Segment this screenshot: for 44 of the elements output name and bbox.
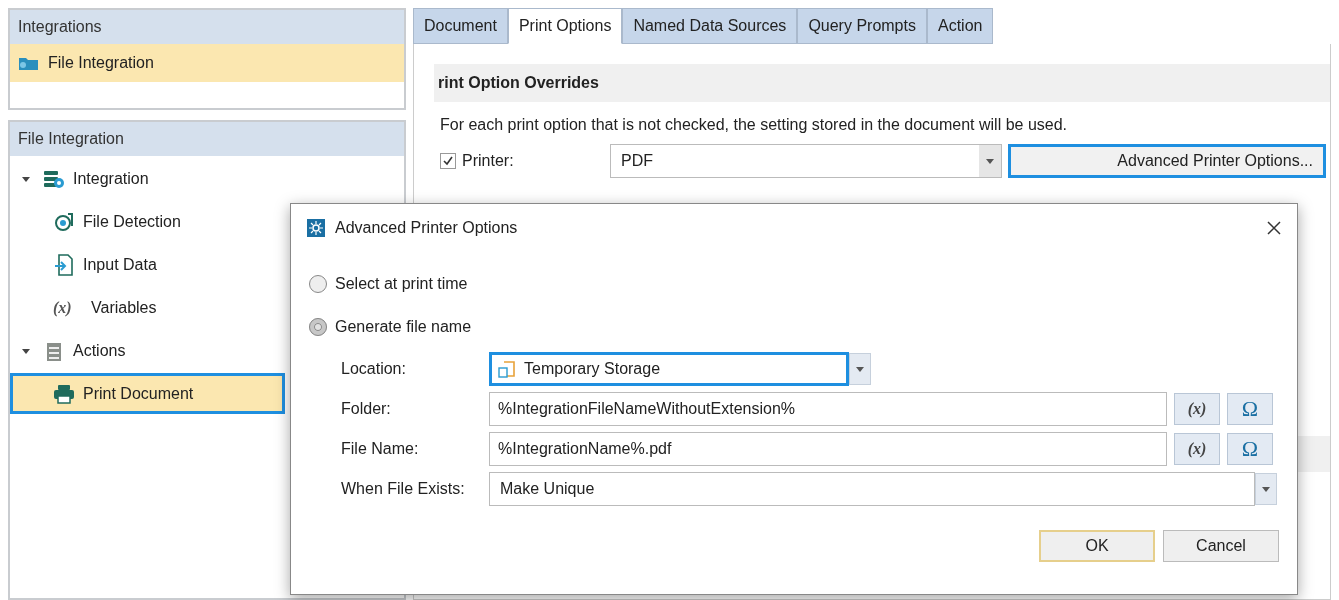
radio-circle-icon[interactable]: [309, 274, 327, 293]
variable-glyph: (x): [53, 298, 73, 317]
dialog-button[interactable]: OK: [1039, 530, 1155, 562]
integration-item[interactable]: File Integration: [10, 44, 404, 82]
radio-circle-icon[interactable]: [309, 317, 327, 336]
panel-title: File Integration: [10, 122, 404, 156]
tab[interactable]: Document: [413, 8, 508, 44]
info-text: For each print option that is not checked, the setting stored in the document will be used.: [439, 115, 1069, 135]
panel-title: Integrations: [10, 10, 404, 44]
printer-checkbox[interactable]: [440, 153, 456, 169]
dropdown-field[interactable]: Temporary Storage: [489, 352, 849, 386]
folder-icon: [18, 55, 40, 71]
insert-button[interactable]: Ω: [1227, 393, 1273, 425]
printer-dropdown[interactable]: PDF: [610, 144, 1002, 178]
tab[interactable]: Named Data Sources: [622, 8, 798, 44]
dialog-button[interactable]: Cancel: [1163, 530, 1279, 562]
advanced-options-button[interactable]: Advanced Printer Options...: [1008, 144, 1326, 178]
field-label: Location:: [341, 360, 407, 378]
printer-label: Printer:: [462, 152, 515, 170]
tab[interactable]: Query Prompts: [797, 8, 927, 44]
gear-icon: [307, 219, 325, 237]
detection-icon: [53, 211, 75, 232]
tab[interactable]: Action: [926, 8, 994, 44]
close-icon[interactable]: [1267, 221, 1281, 235]
insert-button[interactable]: (x): [1174, 433, 1220, 465]
radio-option[interactable]: Select at print time: [309, 262, 1279, 305]
insert-button[interactable]: (x): [1174, 393, 1220, 425]
field-label: When File Exists:: [341, 480, 466, 498]
field-label: File Name:: [341, 440, 420, 458]
dialog-title: Advanced Printer Options: [335, 219, 519, 237]
dropdown-field[interactable]: Make Unique: [489, 472, 1255, 506]
insert-button[interactable]: Ω: [1227, 433, 1273, 465]
tree-item[interactable]: Print Document: [10, 373, 285, 414]
section-heading: rint Option Overrides: [434, 64, 1330, 102]
field-label: Folder:: [341, 400, 392, 418]
tab[interactable]: Print Options: [507, 8, 623, 44]
file-import-icon: [53, 253, 75, 276]
tree-item[interactable]: Integration: [10, 158, 404, 199]
input-field[interactable]: %IntegrationName%.pdf: [489, 432, 1167, 466]
database-gear-icon: [43, 168, 65, 189]
input-field[interactable]: %IntegrationFileNameWithoutExtension%: [489, 392, 1167, 426]
radio-option[interactable]: Generate file name: [309, 305, 1279, 348]
storage-icon: [498, 360, 516, 378]
printer-icon: [53, 383, 75, 404]
